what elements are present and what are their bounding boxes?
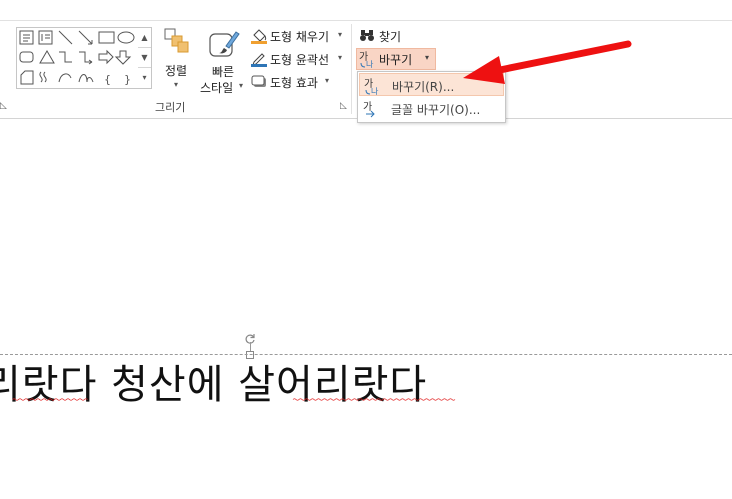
- menu-item-replace-fonts-label: 글꼴 바꾸기(O)...: [391, 103, 481, 117]
- spellcheck-underline-2: [292, 398, 456, 401]
- svg-text:}: }: [124, 73, 131, 86]
- scroll-up-icon[interactable]: ▲: [138, 28, 151, 48]
- shape-effects-dropdown-icon[interactable]: ▾: [325, 76, 329, 85]
- replace-button[interactable]: 가 나 바꾸기 ▾: [356, 48, 436, 70]
- quick-styles-icon[interactable]: [208, 28, 240, 60]
- shape-fill-label[interactable]: 도형 채우기: [270, 28, 329, 45]
- replace-icon: 가 나: [359, 50, 377, 69]
- ribbon-tab-divider: [0, 20, 732, 21]
- arrange-dropdown-icon[interactable]: ▾: [174, 80, 178, 89]
- arrange-label[interactable]: 정렬: [165, 62, 187, 79]
- shape-outline-dropdown-icon[interactable]: ▾: [338, 53, 342, 62]
- menu-item-replace-label: 바꾸기(R)...: [392, 80, 455, 94]
- slide-text[interactable]: 리랏다 청산에 살어리랏다: [0, 352, 427, 410]
- menu-item-replace-fonts[interactable]: 가 글꼴 바꾸기(O)...: [359, 97, 504, 120]
- quick-styles-label-1[interactable]: 빠른: [212, 63, 234, 80]
- quick-styles-dropdown-icon[interactable]: ▾: [239, 81, 243, 90]
- svg-text:나: 나: [371, 87, 379, 95]
- shape-effects-label[interactable]: 도형 효과: [270, 74, 318, 91]
- shape-fill-dropdown-icon[interactable]: ▾: [338, 30, 342, 39]
- left-group-dialog-launcher-icon[interactable]: ◺: [0, 101, 7, 111]
- svg-text:{: {: [104, 73, 111, 86]
- spellcheck-underline-1: [12, 398, 88, 401]
- shape-effects-icon[interactable]: [250, 73, 268, 91]
- replace-dropdown-icon[interactable]: ▾: [425, 53, 429, 62]
- shape-fill-icon[interactable]: [250, 27, 268, 45]
- quick-styles-label-2[interactable]: 스타일: [200, 79, 233, 96]
- drawing-group-label: 그리기: [155, 101, 186, 114]
- arrange-icon[interactable]: [164, 28, 190, 54]
- annotation-arrow-icon: [463, 40, 632, 84]
- replace-icon: 가 나: [364, 77, 382, 96]
- group-separator: [351, 24, 352, 114]
- drawing-dialog-launcher-icon[interactable]: ◺: [340, 101, 347, 111]
- svg-text:나: 나: [366, 60, 374, 68]
- scroll-down-icon[interactable]: ▼: [138, 48, 151, 68]
- replace-fonts-icon: 가: [363, 100, 381, 118]
- shapes-gallery-scroll[interactable]: ▲ ▼ ▾: [138, 27, 152, 89]
- shape-outline-icon[interactable]: [250, 50, 268, 68]
- replace-label: 바꾸기: [379, 53, 413, 67]
- shapes-gallery[interactable]: { }: [16, 27, 140, 89]
- gallery-more-icon[interactable]: ▾: [138, 68, 151, 87]
- shapes-gallery-icons: { }: [19, 30, 135, 86]
- rotate-handle-icon[interactable]: [244, 330, 256, 344]
- find-label[interactable]: 찾기: [379, 28, 401, 45]
- shape-outline-label[interactable]: 도형 윤곽선: [270, 51, 329, 68]
- binoculars-icon[interactable]: [359, 27, 375, 43]
